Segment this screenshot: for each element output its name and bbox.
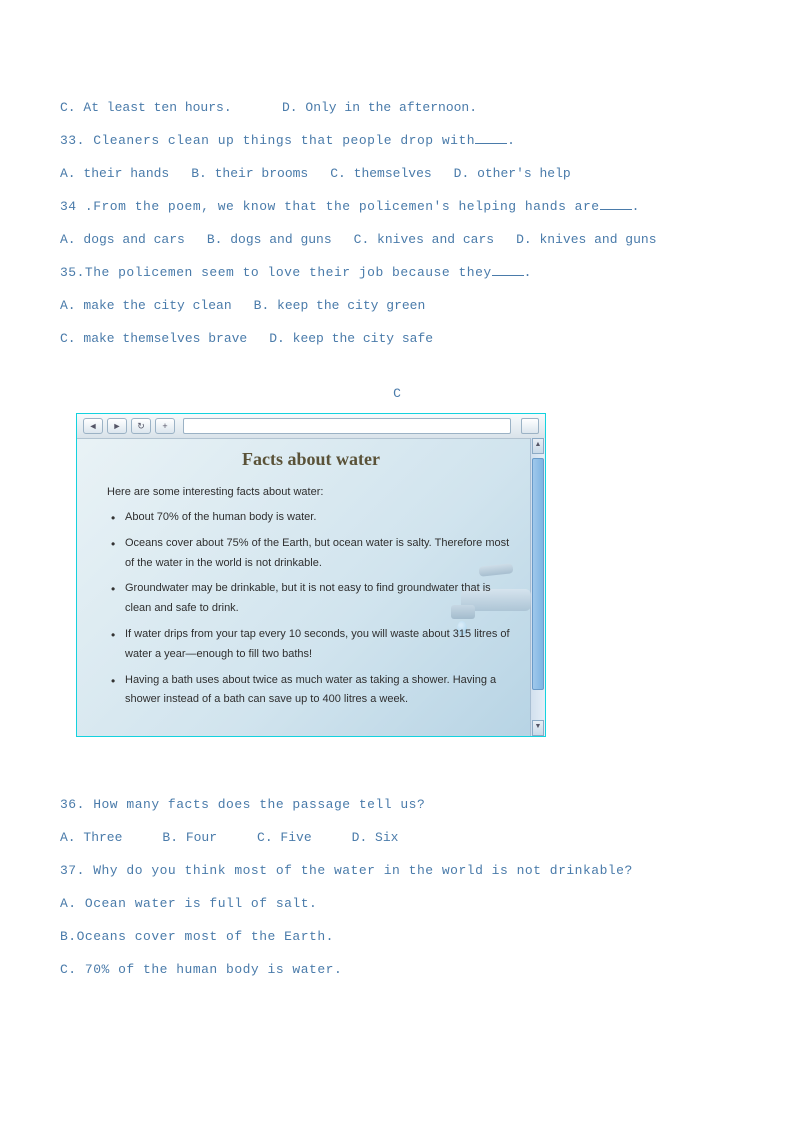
q35-option-d: D. keep the city safe <box>269 331 433 346</box>
q37-option-a: A. Ocean water is full of salt. <box>60 896 734 911</box>
blank-icon <box>600 209 632 210</box>
bullet-item: Having a bath uses about twice as much w… <box>107 671 515 711</box>
passage-bullets: About 70% of the human body is water. Oc… <box>107 508 515 710</box>
bullet-item: Oceans cover about 75% of the Earth, but… <box>107 534 515 574</box>
q34-stem-pre: 34 .From the poem, we know that the poli… <box>60 199 600 214</box>
q36-options: A. Three B. Four C. Five D. Six <box>60 830 734 845</box>
q36-option-b: B. Four <box>162 830 217 845</box>
q35-option-c: C. make themselves brave <box>60 331 247 346</box>
q33-stem-pre: 33. Cleaners clean up things that people… <box>60 133 475 148</box>
q36-option-d: D. Six <box>352 830 399 845</box>
browser-toolbar: ◄ ► ↻ + <box>77 414 545 439</box>
q34-stem: 34 .From the poem, we know that the poli… <box>60 199 734 214</box>
q32-options-cd: C. At least ten hours. D. Only in the af… <box>60 100 734 115</box>
q34-option-c: C. knives and cars <box>354 232 494 247</box>
q35-options-cd: C. make themselves brave D. keep the cit… <box>60 331 734 346</box>
q35-option-a: A. make the city clean <box>60 298 232 313</box>
q35-option-b: B. keep the city green <box>254 298 426 313</box>
url-input[interactable] <box>183 418 511 434</box>
q34-option-a: A. dogs and cars <box>60 232 185 247</box>
q34-option-b: B. dogs and guns <box>207 232 332 247</box>
q33-option-d: D. other's help <box>454 166 571 181</box>
q35-stem: 35.The policemen seem to love their job … <box>60 265 734 280</box>
section-label: C <box>60 386 734 401</box>
bullet-item: About 70% of the human body is water. <box>107 508 515 528</box>
q33-option-c: C. themselves <box>330 166 431 181</box>
nav-add-button[interactable]: + <box>155 418 175 434</box>
bullet-item: Groundwater may be drinkable, but it is … <box>107 579 515 619</box>
q35-stem-pre: 35.The policemen seem to love their job … <box>60 265 492 280</box>
browser-window: ◄ ► ↻ + ▲ ▼ Facts about water Here are s… <box>76 413 546 737</box>
q33-stem-post: . <box>507 133 515 148</box>
q34-stem-post: . <box>632 199 640 214</box>
q37-option-b: B.Oceans cover most of the Earth. <box>60 929 734 944</box>
q35-options-ab: A. make the city clean B. keep the city … <box>60 298 734 313</box>
blank-icon <box>492 275 524 276</box>
blank-icon <box>475 143 507 144</box>
q32-option-c: C. At least ten hours. <box>60 100 282 115</box>
nav-forward-button[interactable]: ► <box>107 418 127 434</box>
q37-option-c: C. 70% of the human body is water. <box>60 962 734 977</box>
q35-stem-post: . <box>524 265 532 280</box>
q36-option-c: C. Five <box>257 830 312 845</box>
passage-title: Facts about water <box>107 449 515 470</box>
q33-option-a: A. their hands <box>60 166 169 181</box>
nav-back-button[interactable]: ◄ <box>83 418 103 434</box>
q37-stem: 37. Why do you think most of the water i… <box>60 863 734 878</box>
q32-option-d: D. Only in the afternoon. <box>282 100 477 115</box>
q33-option-b: B. their brooms <box>191 166 308 181</box>
browser-content: Facts about water Here are some interest… <box>77 439 545 736</box>
q33-options: A. their hands B. their brooms C. themse… <box>60 166 734 181</box>
q34-option-d: D. knives and guns <box>516 232 656 247</box>
page-content: C. At least ten hours. D. Only in the af… <box>0 0 794 1055</box>
q36-option-a: A. Three <box>60 830 122 845</box>
tab-button[interactable] <box>521 418 539 434</box>
passage-intro: Here are some interesting facts about wa… <box>107 486 515 498</box>
q34-options: A. dogs and cars B. dogs and guns C. kni… <box>60 232 734 247</box>
q36-stem: 36. How many facts does the passage tell… <box>60 797 734 812</box>
bullet-item: If water drips from your tap every 10 se… <box>107 625 515 665</box>
q33-stem: 33. Cleaners clean up things that people… <box>60 133 734 148</box>
nav-refresh-button[interactable]: ↻ <box>131 418 151 434</box>
